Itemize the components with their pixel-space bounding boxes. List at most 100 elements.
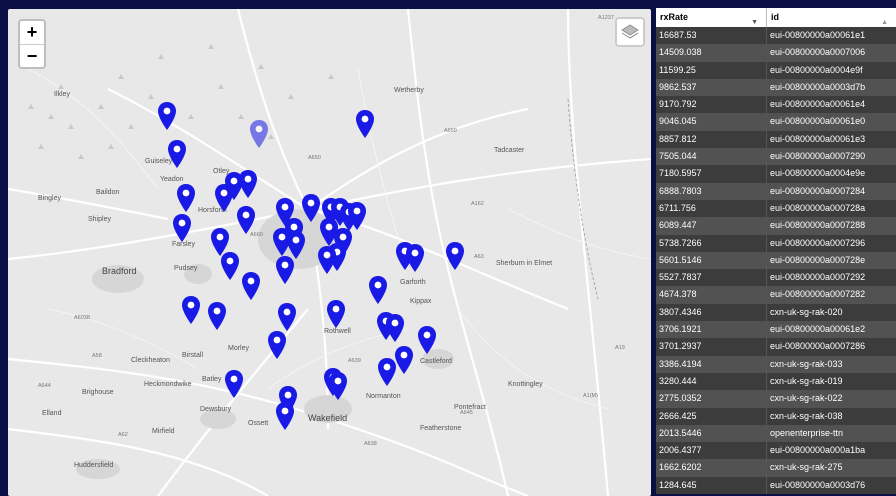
map-marker-icon [329,372,347,400]
id-cell: eui-00800000a0007286 [766,338,896,356]
id-cell: eui-00800000a00061e2 [766,321,896,339]
place-label: Batley [202,376,222,383]
map-marker[interactable] [368,275,388,305]
map-marker[interactable] [157,101,177,131]
place-label: Bradford [102,266,137,276]
map-marker[interactable] [236,205,256,235]
id-cell: eui-00800000a0007292 [766,269,896,287]
zoom-out-button[interactable]: − [20,44,44,68]
table-row[interactable]: 11599.25 eui-00800000a0004e9f [656,61,896,79]
map-marker-icon [386,314,404,342]
map-panel[interactable]: + − Ilkley Guiseley Yeadon Baildon Bingl… [8,9,651,496]
map-marker[interactable] [241,271,261,301]
road-label: A58 [92,353,102,359]
place-label: Huddersfield [74,462,114,469]
table-row[interactable]: 1284.645 eui-00800000a0003d76 [656,476,896,495]
column-header-id[interactable]: id ▲ [766,8,896,27]
map-marker[interactable] [445,241,465,271]
map-marker[interactable] [249,119,269,149]
table-row[interactable]: 7180.5957 eui-00800000a0004e9e [656,165,896,183]
rxrate-cell: 3701.2937 [659,341,702,352]
table-row[interactable]: 6888.7803 eui-00800000a0007284 [656,182,896,200]
table-row[interactable]: 9862.537 eui-00800000a0003d7b [656,78,896,97]
map-marker[interactable] [238,169,258,199]
rxrate-cell: 1662.6202 [659,462,702,473]
road-label: A659 [444,128,457,134]
zoom-in-button[interactable]: + [20,21,44,44]
table-row[interactable]: 2013.5446 openenterprise-ttn [656,424,896,443]
place-label: Rothwell [324,328,351,335]
table-row[interactable]: 2006.4377 eui-00800000a000a1ba [656,442,896,460]
map-marker[interactable] [326,299,346,329]
table-row[interactable]: 3386.4194 cxn-uk-sg-rak-033 [656,355,896,373]
map-marker-icon [278,303,296,331]
table-row[interactable]: 6089.447 eui-00800000a0007288 [656,217,896,235]
table-row[interactable]: 5738.7266 eui-00800000a0007296 [656,234,896,252]
place-label: Baildon [96,189,120,196]
place-label: Wetherby [394,87,424,94]
rxrate-cell: 9170.792 [659,99,697,110]
map-marker[interactable] [224,369,244,399]
table-row[interactable]: 1662.6202 cxn-uk-sg-rak-275 [656,459,896,477]
map-marker[interactable] [385,313,405,343]
layers-button[interactable] [615,17,645,47]
place-label: Shipley [88,216,111,223]
table-row[interactable]: 16687.53 eui-00800000a00061e1 [656,27,896,45]
map-marker[interactable] [172,213,192,243]
map-marker[interactable] [207,301,227,331]
map-marker[interactable] [405,243,425,273]
place-label: Dewsbury [200,406,232,413]
table-row[interactable]: 6711.756 eui-00800000a000728a [656,199,896,218]
column-header-rxrate[interactable]: rxRate ▼ [656,8,766,27]
table-row[interactable]: 2775.0352 cxn-uk-sg-rak-022 [656,390,896,408]
rxrate-cell: 16687.53 [659,30,697,40]
map-marker[interactable] [377,357,397,387]
map-marker-icon [356,110,374,138]
place-label: Kippax [410,298,432,305]
map-marker[interactable] [176,183,196,213]
table-row[interactable]: 5601.5146 eui-00800000a000728e [656,251,896,270]
map-marker[interactable] [275,255,295,285]
rxrate-cell: 3706.1921 [659,324,702,335]
table-row[interactable]: 4674.378 eui-00800000a0007282 [656,286,896,304]
map-marker[interactable] [275,401,295,431]
table-row[interactable]: 14509.038 eui-00800000a0007006 [656,44,896,62]
map-marker[interactable] [301,193,321,223]
table-row[interactable]: 9046.045 eui-00800000a00061e0 [656,113,896,131]
table-row[interactable]: 7505.044 eui-00800000a0007290 [656,148,896,166]
map-marker[interactable] [181,295,201,325]
place-label: Heckmondwike [144,381,192,388]
table-row[interactable]: 9170.792 eui-00800000a00061e4 [656,96,896,114]
road-label: A638 [364,441,377,447]
map-marker[interactable] [167,139,187,169]
map-marker[interactable] [328,371,348,401]
rxrate-cell: 8857.812 [659,133,697,144]
map-marker[interactable] [220,251,240,281]
table-row[interactable]: 3807.4346 cxn-uk-sg-rak-020 [656,303,896,322]
map-marker-icon [395,346,413,374]
table-row[interactable]: 3701.2937 eui-00800000a0007286 [656,338,896,356]
map-marker[interactable] [267,330,287,360]
place-label: Sherburn in Elmet [496,260,553,267]
sort-desc-icon: ▼ [751,19,758,26]
id-cell: cxn-uk-sg-rak-022 [766,390,896,408]
map-marker[interactable] [317,245,337,275]
map-marker[interactable] [417,325,437,355]
table-row[interactable]: 2666.425 cxn-uk-sg-rak-038 [656,407,896,425]
table-row[interactable]: 3280.444 cxn-uk-sg-rak-019 [656,372,896,391]
rxrate-cell: 3386.4194 [659,358,702,369]
table-row[interactable]: 5527.7837 eui-00800000a0007292 [656,269,896,287]
place-label: Normanton [366,393,401,400]
map-marker-icon [221,252,239,280]
id-cell: eui-00800000a00061e4 [766,96,896,114]
place-label: Knottingley [508,381,543,388]
map-marker[interactable] [277,302,297,332]
map-marker-icon [168,140,186,168]
table-row[interactable]: 3706.1921 eui-00800000a00061e2 [656,321,896,339]
place-label: Brighouse [82,389,114,396]
id-cell: cxn-uk-sg-rak-020 [766,303,896,322]
map-marker[interactable] [355,109,375,139]
map-marker[interactable] [394,345,414,375]
table-row[interactable]: 8857.812 eui-00800000a00061e3 [656,130,896,149]
id-cell: cxn-uk-sg-rak-275 [766,459,896,477]
